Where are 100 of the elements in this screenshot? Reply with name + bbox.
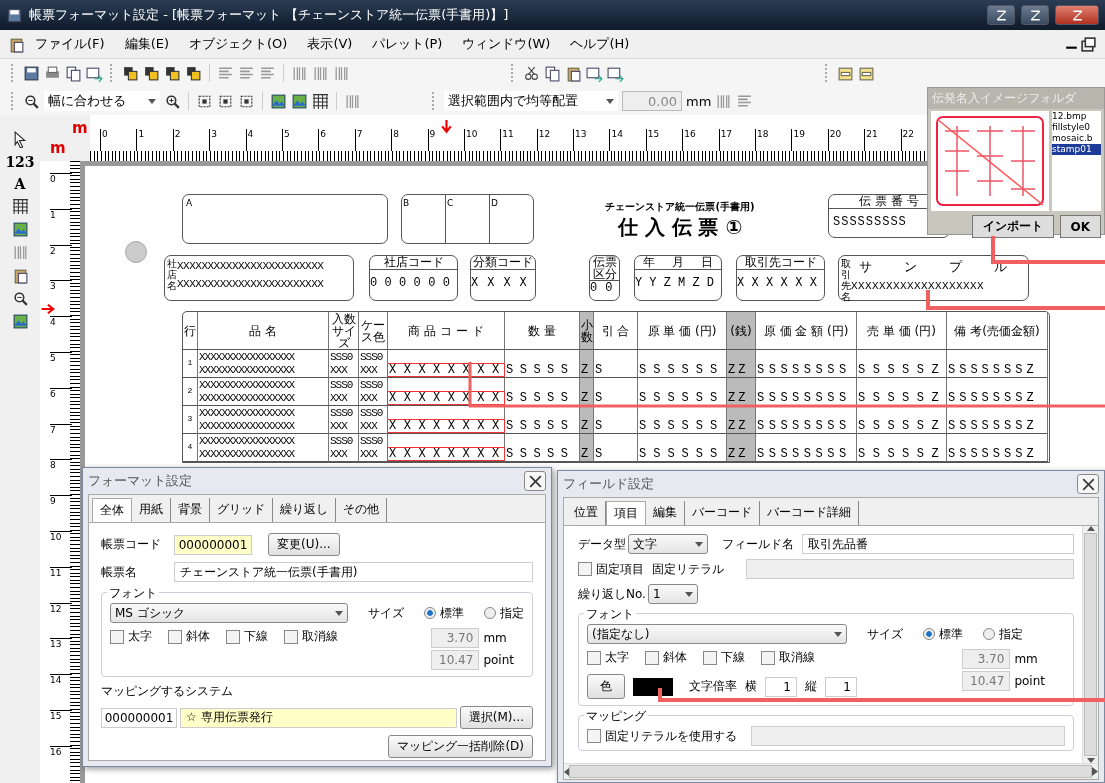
height-scale-field[interactable]: 1 — [825, 676, 857, 697]
grid-icon[interactable] — [312, 92, 329, 110]
grid-icon[interactable] — [11, 198, 29, 215]
form-code-field[interactable]: 000000001 — [174, 534, 252, 555]
system-name-field[interactable]: ☆ 専用伝票発行 — [180, 707, 457, 728]
vertical-lines-icon[interactable] — [333, 64, 350, 82]
radio-button[interactable] — [484, 607, 496, 619]
align-right-icon[interactable] — [259, 64, 276, 82]
width-scale-field[interactable]: 1 — [765, 676, 797, 697]
ruler-number: 10 — [50, 530, 72, 567]
font-dropdown[interactable]: (指定なし) — [587, 624, 847, 644]
menu-item[interactable]: オブジェクト(O) — [179, 35, 298, 53]
tab[interactable]: 全体 — [92, 498, 132, 522]
radio-button[interactable] — [983, 628, 995, 640]
file-item[interactable]: fillstyle0 — [1052, 122, 1101, 133]
minimize-button[interactable] — [987, 5, 1015, 25]
color-button[interactable]: 色 — [587, 674, 625, 699]
checkbox[interactable] — [761, 650, 775, 665]
data-type-dropdown[interactable]: 文字 — [628, 534, 708, 554]
send-back-icon[interactable] — [185, 64, 202, 82]
literal-field[interactable] — [751, 726, 1065, 746]
ruler-number: 2 — [50, 244, 72, 281]
table-cell: SSSSSZ — [857, 378, 947, 406]
table-cell: SSSSSSSZ — [947, 378, 1048, 406]
align-left-icon[interactable] — [217, 64, 234, 82]
ruler-number: 13 — [573, 129, 610, 151]
checkbox[interactable] — [110, 629, 124, 644]
box-letter: D — [491, 198, 498, 208]
vertical-lines-icon[interactable] — [312, 64, 329, 82]
copy-icon[interactable] — [544, 64, 561, 82]
form-name-field[interactable]: チェーンストア統一伝票(手書用) — [174, 562, 533, 582]
distribute-dropdown[interactable]: 選択範囲内で均等配置 — [444, 91, 618, 111]
table-cell: S — [594, 406, 638, 434]
system-code-field[interactable]: 000000001 — [101, 707, 177, 728]
table-cell: ZZ — [727, 434, 756, 462]
bring-front-icon[interactable] — [122, 64, 139, 82]
vertical-lines-icon[interactable] — [291, 64, 308, 82]
columns-icon[interactable] — [344, 92, 361, 110]
color-swatch[interactable] — [633, 677, 673, 696]
file-item[interactable]: stamp01 — [1052, 144, 1101, 155]
checkbox[interactable] — [587, 729, 601, 743]
menu-item[interactable]: ウィンドウ(W) — [452, 35, 561, 53]
checkbox[interactable] — [578, 562, 592, 576]
size-point-field[interactable]: 10.47 — [431, 650, 480, 670]
file-item[interactable]: 12.bmp — [1052, 111, 1101, 122]
file-item[interactable]: mosaic.b — [1052, 133, 1101, 144]
size-point-field[interactable]: 10.47 — [962, 671, 1011, 691]
zoom-dropdown[interactable]: 幅に合わせる — [44, 91, 160, 111]
menu-item[interactable]: パレット(P) — [362, 35, 453, 53]
size-mm-field[interactable]: 3.70 — [431, 628, 480, 648]
menu-item[interactable]: 表示(V) — [297, 35, 363, 53]
repeat-dropdown[interactable]: 1 — [647, 584, 698, 604]
table-cell: SSSSSSSZ — [947, 350, 1048, 378]
import-button[interactable]: インポート — [971, 215, 1054, 238]
checkbox-label: 取消線 — [779, 649, 815, 666]
field-name-field[interactable]: 取引先品番 — [802, 534, 1074, 554]
checkbox-label: 下線 — [721, 649, 745, 666]
menu-item[interactable]: ファイル(F) — [25, 35, 115, 53]
ruler-number: 4 — [50, 316, 72, 352]
cut-icon[interactable] — [523, 64, 540, 82]
select-button[interactable]: 選択(M)... — [459, 706, 533, 729]
maximize-button[interactable] — [1021, 5, 1049, 25]
checkbox[interactable] — [168, 629, 182, 644]
align-center-icon[interactable] — [238, 64, 255, 82]
clear-mapping-button[interactable]: マッピング一括削除(D) — [388, 735, 533, 758]
vertical-scrollbar[interactable] — [1082, 526, 1098, 763]
checkbox[interactable] — [703, 650, 717, 665]
menu-item[interactable]: ヘルプ(H) — [560, 35, 640, 53]
radio-button[interactable] — [923, 628, 935, 640]
change-button[interactable]: 変更(U)... — [268, 533, 340, 556]
bring-forward-icon[interactable] — [143, 64, 160, 82]
checkbox[interactable] — [645, 650, 659, 665]
horizontal-scrollbar[interactable] — [564, 763, 1098, 779]
unit-label: mm — [1014, 652, 1038, 666]
font-dropdown[interactable]: MS ゴシック — [110, 603, 348, 623]
checkbox[interactable] — [284, 629, 298, 644]
checkbox[interactable] — [226, 629, 240, 644]
zoom-icon[interactable] — [11, 290, 29, 307]
image-icon[interactable] — [11, 221, 29, 238]
ok-button[interactable]: OK — [1059, 215, 1101, 238]
zoom-in-icon[interactable] — [164, 92, 181, 110]
close-button[interactable] — [1055, 5, 1099, 25]
save-icon[interactable] — [23, 64, 40, 82]
send-backward-icon[interactable] — [164, 64, 181, 82]
number-tool[interactable]: 123 — [5, 154, 35, 170]
menu-item[interactable]: 編集(E) — [114, 35, 179, 53]
image-icon[interactable] — [270, 92, 287, 110]
distribute-icon[interactable] — [736, 92, 754, 110]
radio-button[interactable] — [424, 607, 436, 619]
fixed-literal-field[interactable] — [746, 559, 1074, 579]
image-icon[interactable] — [291, 92, 308, 110]
ruler-number: 18 — [755, 129, 792, 151]
zoom-out-icon[interactable] — [23, 92, 40, 110]
tab[interactable]: 項目 — [606, 501, 646, 525]
table-cell: 4 — [183, 434, 198, 462]
image-icon[interactable] — [11, 313, 29, 330]
size-mm-field[interactable]: 3.70 — [962, 649, 1011, 669]
checkbox[interactable] — [587, 650, 601, 665]
preview-icon[interactable] — [65, 64, 82, 82]
text-tool[interactable]: A — [14, 176, 26, 192]
